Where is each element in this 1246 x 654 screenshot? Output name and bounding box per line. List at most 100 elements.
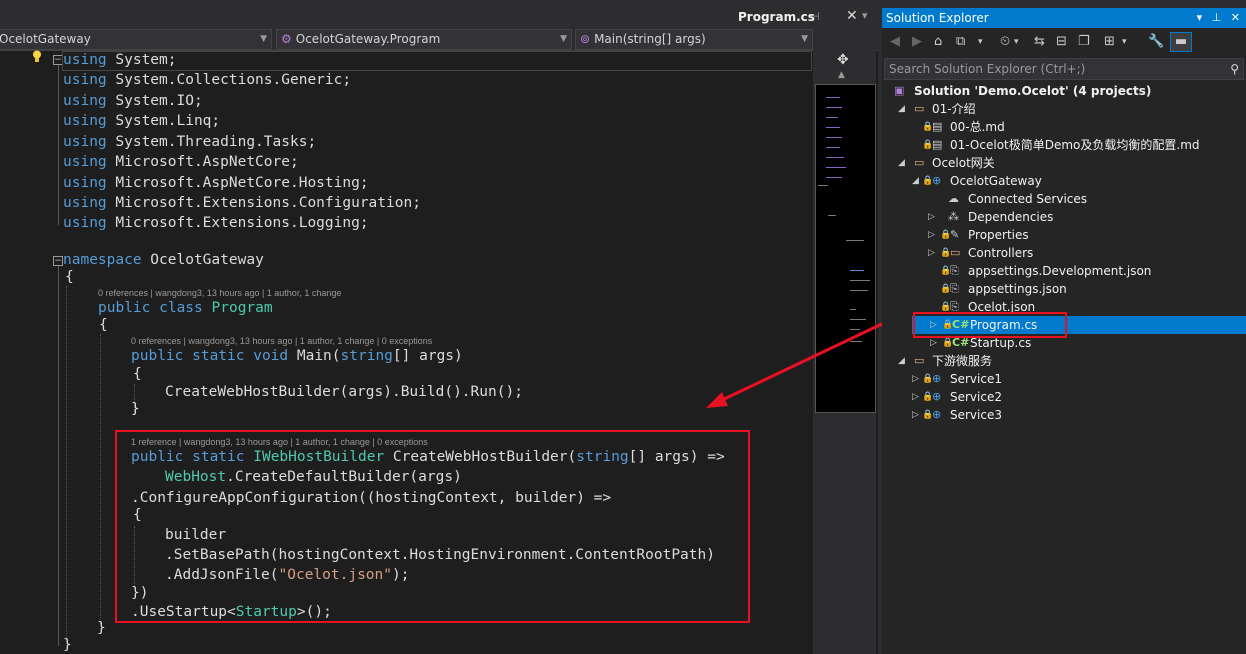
code-text: Microsoft.AspNetCore.Hosting; <box>106 175 369 191</box>
pin-icon[interactable]: ⊥ <box>1212 11 1222 24</box>
tree-node-folder[interactable]: ◢ ▭ 01-介绍 <box>896 100 1236 118</box>
scroll-up-icon[interactable]: ▲ <box>838 70 845 80</box>
code-line: public static void Main(string[] args) <box>131 348 463 364</box>
expand-icon[interactable]: ▷ <box>912 388 919 406</box>
tree-node-project[interactable]: ◢ 🔒 ⊕ OcelotGateway <box>912 172 1232 190</box>
collapse-icon[interactable]: ◢ <box>898 154 905 172</box>
code-brace: { <box>65 269 74 285</box>
minimap-line <box>826 117 838 118</box>
back-icon[interactable]: ◀ <box>890 34 900 49</box>
close-icon[interactable]: ✕ <box>1231 11 1240 24</box>
project-combo[interactable]: OcelotGateway ▼ <box>0 29 272 50</box>
tree-node-label: 01-介绍 <box>932 102 976 116</box>
collapse-icon[interactable]: ◢ <box>912 172 919 190</box>
web-project-icon: ⊕ <box>932 174 942 187</box>
properties-icon[interactable]: ⊞ <box>1104 34 1115 49</box>
show-all-files-icon[interactable]: ❐ <box>1078 34 1090 49</box>
tree-node-solution[interactable]: ▣ Solution 'Demo.Ocelot' (4 projects) <box>890 82 1240 100</box>
lightbulb-icon[interactable] <box>32 50 42 63</box>
tab-title: Program.cs <box>738 10 815 24</box>
web-project-icon: ⊕ <box>932 372 942 385</box>
indent-guide <box>66 286 67 642</box>
preview-icon[interactable]: ▬ <box>1170 32 1192 52</box>
folder-icon: ▭ <box>914 102 925 115</box>
expand-icon[interactable]: ▷ <box>912 370 919 388</box>
code-text: System.IO; <box>106 93 203 109</box>
tree-node-folder[interactable]: ◢ ▭ 下游微服务 <box>896 352 1236 370</box>
tree-node-controllers[interactable]: ▷ 🔒 ▭ Controllers <box>928 244 1228 262</box>
chevron-down-icon[interactable]: ▾ <box>978 37 983 47</box>
dropdown-icon[interactable]: ▾ <box>1197 11 1203 24</box>
chevron-down-icon[interactable]: ▾ <box>1122 37 1127 47</box>
codelens-info[interactable]: 0 references | wangdong3, 13 hours ago |… <box>131 336 432 346</box>
expand-icon[interactable]: ▷ <box>912 406 919 424</box>
code-line: using System.Threading.Tasks; <box>63 134 316 150</box>
tree-node-label: 01-Ocelot极简单Demo及负载均衡的配置.md <box>950 138 1200 152</box>
file-icon: ▤ <box>932 120 943 133</box>
codelens-info[interactable]: 0 references | wangdong3, 13 hours ago |… <box>98 288 341 298</box>
document-tab-bar: Program.cs ⊣ ✕ ▾ <box>0 0 878 28</box>
tree-node-file[interactable]: 🔒 ▤ 00-总.md <box>922 118 1242 136</box>
code-brace: } <box>63 637 72 653</box>
code-line: using Microsoft.Extensions.Configuration… <box>63 195 421 211</box>
solution-search-input[interactable]: Search Solution Explorer (Ctrl+;) ⚲ <box>884 58 1244 80</box>
namespace-keyword: namespace <box>63 252 142 268</box>
using-keyword: using <box>63 154 107 170</box>
wrench-icon[interactable]: 🔧 <box>1148 34 1164 49</box>
indent-guide <box>100 334 101 624</box>
forward-icon[interactable]: ▶ <box>912 34 922 49</box>
tree-node-connected-services[interactable]: ☁ Connected Services <box>946 190 1236 208</box>
tree-node-dependencies[interactable]: ▷ ⁂ Dependencies <box>928 208 1228 226</box>
code-text: System.Threading.Tasks; <box>106 134 317 150</box>
tree-node-project[interactable]: ▷ 🔒 ⊕ Service2 <box>912 388 1232 406</box>
expand-icon[interactable]: ▷ <box>928 244 935 262</box>
using-keyword: using <box>63 52 107 68</box>
split-handle-icon[interactable]: ✥ <box>837 52 849 68</box>
tree-node-project[interactable]: ▷ 🔒 ⊕ Service3 <box>912 406 1232 424</box>
home-icon[interactable]: ⌂ <box>934 34 942 49</box>
chevron-down-icon: ▼ <box>260 34 267 44</box>
tree-node-label: Connected Services <box>968 192 1088 206</box>
collapse-icon[interactable]: ◢ <box>898 352 905 370</box>
collapse-icon[interactable]: ◢ <box>898 100 905 118</box>
sync-icon[interactable]: ⇆ <box>1034 34 1045 49</box>
using-keyword: using <box>63 175 107 191</box>
collapse-all-icon[interactable]: ⊟ <box>1056 34 1067 49</box>
code-line: using Microsoft.AspNetCore; <box>63 154 299 170</box>
solution-explorer-titlebar: Solution Explorer ▾ ⊥ ✕ <box>882 8 1246 28</box>
switch-views-icon[interactable]: ⧉ <box>956 34 965 49</box>
tree-node-file[interactable]: 🔒 ⎘ appsettings.Development.json <box>940 262 1230 280</box>
member-combo[interactable]: ⊚ Main(string[] args) ▼ <box>575 29 813 50</box>
navigation-bar: OcelotGateway ▼ ⚙ OcelotGateway.Program ▼… <box>0 28 878 51</box>
tree-node-file[interactable]: 🔒 ▤ 01-Ocelot极简单Demo及负载均衡的配置.md <box>922 136 1242 154</box>
expand-icon[interactable]: ▷ <box>928 208 935 226</box>
pin-icon[interactable]: ⊣ <box>810 10 820 23</box>
panel-title: Solution Explorer <box>886 11 989 25</box>
chevron-down-icon[interactable]: ▾ <box>1014 37 1019 47</box>
class-combo-label: OcelotGateway.Program <box>295 32 441 46</box>
tree-node-project[interactable]: ▷ 🔒 ⊕ Service1 <box>912 370 1232 388</box>
annotation-arrow <box>706 320 887 408</box>
code-line: CreateWebHostBuilder(args).Build().Run()… <box>165 384 523 400</box>
minimap-line <box>818 185 828 186</box>
class-name: Program <box>211 300 273 316</box>
highlight-box <box>913 312 1067 338</box>
tree-node-label: Solution 'Demo.Ocelot' (4 projects) <box>914 84 1152 98</box>
search-icon[interactable]: ⚲ <box>1230 59 1239 79</box>
tab-dropdown-icon[interactable]: ▾ <box>862 9 868 22</box>
tree-node-properties[interactable]: ▷ 🔒 ✎ Properties <box>928 226 1228 244</box>
json-icon: ⎘ <box>950 282 959 295</box>
fold-toggle[interactable]: − <box>53 256 63 266</box>
tab-program-cs[interactable]: Program.cs ⊣ ✕ ▾ <box>738 6 878 28</box>
class-combo[interactable]: ⚙ OcelotGateway.Program ▼ <box>276 29 572 50</box>
code-text: System.Collections.Generic; <box>106 72 352 88</box>
tree-node-label: appsettings.json <box>968 282 1067 296</box>
pending-changes-icon[interactable]: ⏲ <box>1000 34 1010 49</box>
tree-node-file[interactable]: 🔒 ⎘ appsettings.json <box>940 280 1230 298</box>
code-text: System.Linq; <box>106 113 221 129</box>
using-keyword: using <box>63 134 107 150</box>
close-icon[interactable]: ✕ <box>846 8 858 24</box>
expand-icon[interactable]: ▷ <box>928 226 935 244</box>
tree-node-label: Service1 <box>950 372 1002 386</box>
tree-node-folder[interactable]: ◢ ▭ Ocelot网关 <box>896 154 1236 172</box>
